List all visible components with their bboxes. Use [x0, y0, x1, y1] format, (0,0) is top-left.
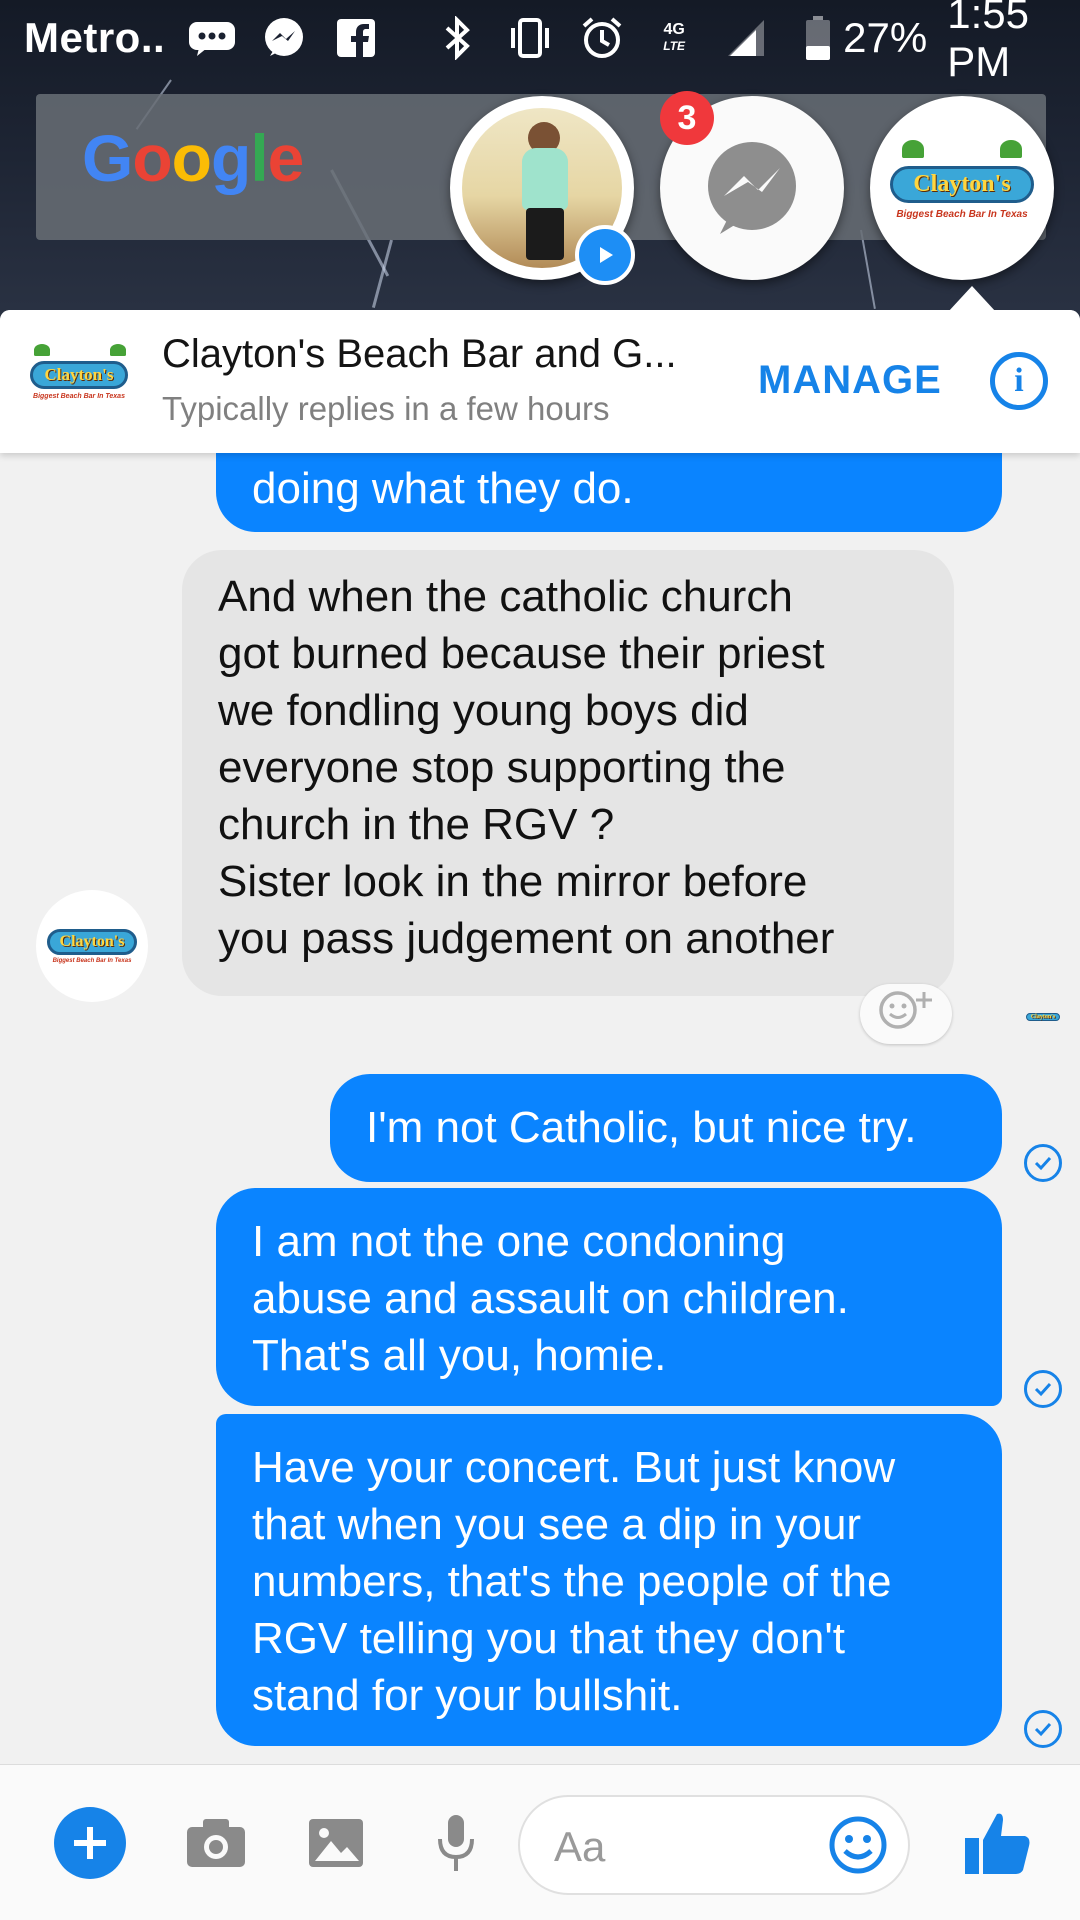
vibrate-icon	[505, 16, 555, 60]
unread-badge: 3	[660, 91, 714, 145]
message-bubble[interactable]: Have your concert. But just know that wh…	[216, 1414, 1002, 1746]
message-bubble[interactable]: And when the catholic church got burned …	[182, 550, 954, 996]
messenger-icon	[259, 16, 309, 60]
message-input[interactable]: Aa	[518, 1795, 910, 1895]
page-avatar[interactable]: Clayton's Biggest Beach Bar In Texas	[20, 336, 138, 424]
message-line: everyone stop supporting the	[218, 743, 786, 792]
microphone-icon	[438, 1815, 474, 1871]
message-line: numbers, that's the people of the	[252, 1557, 892, 1606]
smiley-icon	[829, 1816, 887, 1874]
signal-icon	[721, 16, 771, 60]
emoji-button[interactable]	[828, 1815, 888, 1875]
message-line: you pass judgement on another	[218, 914, 835, 963]
chat-dots-icon	[187, 16, 237, 60]
message-line: that when you see a dip in your	[252, 1500, 862, 1549]
lte-icon: 4G LTE	[663, 21, 686, 54]
gallery-button[interactable]	[300, 1807, 372, 1879]
seen-avatar: Clayton's	[1018, 1000, 1068, 1034]
plus-icon	[74, 1827, 106, 1859]
info-icon[interactable]: i	[990, 352, 1048, 410]
carrier-name: Metro..	[24, 14, 166, 61]
image-icon	[309, 1819, 363, 1867]
panel-pointer	[948, 286, 996, 312]
message-line: got burned because their priest	[218, 629, 825, 678]
conversation-header: Clayton's Biggest Beach Bar In Texas Cla…	[0, 310, 1080, 453]
battery-icon	[793, 16, 843, 60]
message-line: I am not the one condoning	[252, 1217, 786, 1266]
microphone-button[interactable]	[420, 1807, 492, 1879]
message-line: Have your concert. But just know	[252, 1443, 896, 1492]
bluetooth-icon	[433, 16, 483, 60]
message-line: stand for your bullshit.	[252, 1671, 683, 1720]
google-logo: Google	[82, 121, 304, 195]
messenger-icon	[702, 138, 802, 238]
network-type: 4G	[663, 21, 685, 38]
status-bar: Metro.. 4G LTE 27% 1:55 PM	[0, 0, 1080, 85]
manage-button[interactable]: MANAGE	[758, 358, 942, 403]
smiley-plus-icon	[874, 986, 938, 1042]
message-input-placeholder: Aa	[554, 1823, 606, 1870]
claytons-logo: Clayton's Biggest Beach Bar In Texas	[880, 140, 1044, 236]
message-line: And when the catholic church	[218, 572, 793, 621]
response-time: Typically replies in a few hours	[162, 390, 610, 427]
chat-head-claytons[interactable]: Clayton's Biggest Beach Bar In Texas	[870, 96, 1054, 280]
message-line: church in the RGV ?	[218, 800, 615, 849]
message-line: we fondling young boys did	[218, 686, 749, 735]
message-line: doing what they do.	[252, 464, 634, 513]
message-bubble[interactable]: I am not the one condoning abuse and ass…	[216, 1188, 1002, 1406]
thumbs-up-icon	[965, 1813, 1030, 1874]
facebook-icon	[331, 16, 381, 60]
message-bubble[interactable]: I'm not Catholic, but nice try.	[330, 1074, 1002, 1182]
add-reaction-button[interactable]	[860, 984, 952, 1044]
delivered-check-icon	[1024, 1144, 1062, 1182]
conversation-panel: Clayton's Biggest Beach Bar In Texas Cla…	[0, 310, 1080, 1920]
delivered-check-icon	[1024, 1710, 1062, 1748]
conversation-title[interactable]: Clayton's Beach Bar and G...	[162, 332, 677, 377]
message-line: Sister look in the mirror before	[218, 857, 808, 906]
message-line: That's all you, homie.	[252, 1331, 667, 1380]
play-icon	[575, 225, 635, 285]
message-composer: Aa	[0, 1764, 1080, 1920]
message-line: abuse and assault on children.	[252, 1274, 849, 1323]
message-line: RGV telling you that they don't	[252, 1614, 845, 1663]
like-button[interactable]	[958, 1803, 1038, 1883]
battery-percent: 27%	[843, 14, 928, 61]
camera-icon	[187, 1819, 245, 1867]
clock: 1:55 PM	[947, 0, 1029, 85]
sender-avatar: Clayton's Biggest Beach Bar In Texas	[36, 890, 148, 1002]
add-button[interactable]	[54, 1807, 126, 1879]
message-line: I'm not Catholic, but nice try.	[366, 1103, 917, 1152]
delivered-check-icon	[1024, 1370, 1062, 1408]
camera-button[interactable]	[180, 1807, 252, 1879]
alarm-icon	[577, 16, 627, 60]
